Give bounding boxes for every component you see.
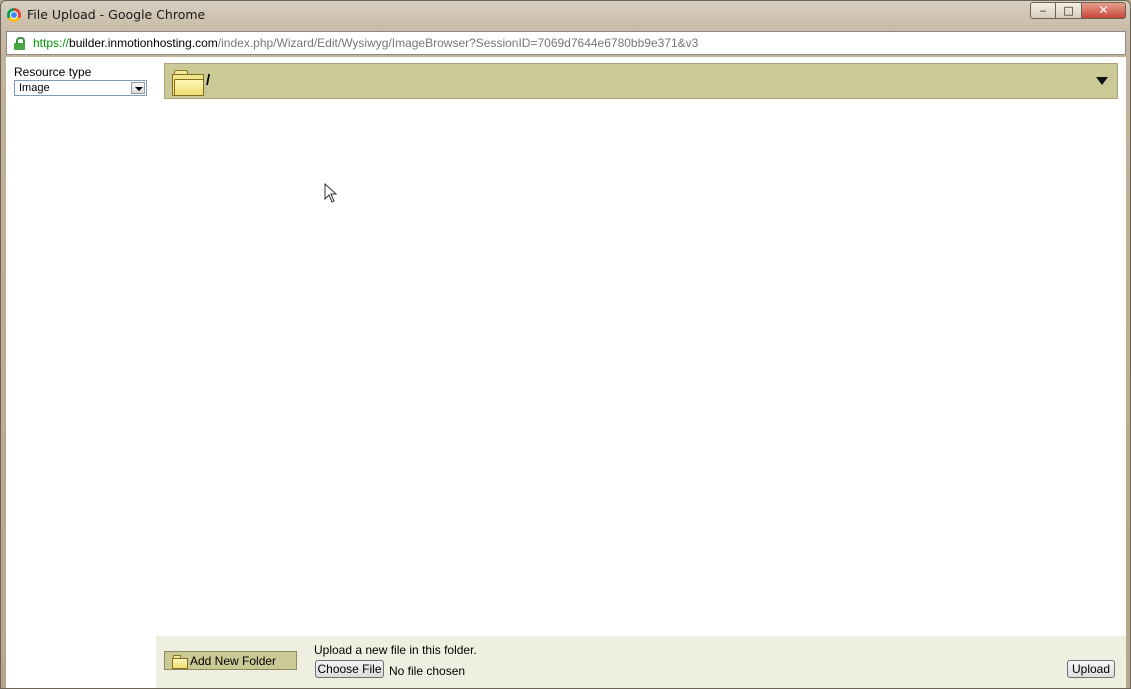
upload-hint-text: Upload a new file in this folder.: [314, 643, 477, 657]
add-new-folder-button[interactable]: Add New Folder: [164, 651, 297, 670]
resource-type-select[interactable]: Image: [14, 80, 147, 96]
url-scheme: https://: [33, 36, 70, 50]
lock-icon[interactable]: [14, 37, 25, 50]
url-host: builder.inmotionhosting.com: [69, 36, 218, 50]
close-icon: ✕: [1098, 3, 1109, 17]
upload-toolbar: Add New Folder Upload a new file in this…: [156, 636, 1126, 688]
folder-icon: [172, 69, 204, 96]
url-path: /index.php/Wizard/Edit/Wysiwyg/ImageBrow…: [217, 36, 699, 50]
chrome-logo-icon: [7, 8, 21, 22]
upload-button[interactable]: Upload: [1067, 660, 1115, 678]
current-folder-path: /: [206, 72, 211, 89]
page-content: Resource type Image / Add New Folder Upl…: [6, 57, 1126, 688]
title-bar[interactable]: File Upload - Google Chrome ‒ □ ✕: [1, 1, 1130, 29]
browser-window: File Upload - Google Chrome ‒ □ ✕ https:…: [0, 0, 1131, 689]
resource-type-value: Image: [19, 82, 50, 94]
folder-icon: [172, 655, 188, 669]
add-new-folder-label: Add New Folder: [190, 654, 277, 668]
folder-path-bar[interactable]: /: [164, 63, 1118, 99]
resource-type-label: Resource type: [14, 65, 92, 79]
chevron-down-icon[interactable]: [131, 82, 145, 94]
url-text[interactable]: https://builder.inmotionhosting.com/inde…: [33, 36, 698, 50]
minimize-icon: ‒: [1039, 4, 1047, 17]
close-button[interactable]: ✕: [1082, 2, 1126, 19]
address-bar[interactable]: https://builder.inmotionhosting.com/inde…: [6, 31, 1126, 55]
window-controls: ‒ □ ✕: [1030, 2, 1126, 20]
file-status-text: No file chosen: [389, 664, 466, 678]
minimize-button[interactable]: ‒: [1030, 2, 1056, 19]
window-title: File Upload - Google Chrome: [27, 7, 206, 22]
resource-panel: Resource type Image: [6, 57, 156, 688]
mouse-cursor-icon: [324, 183, 338, 203]
maximize-icon: □: [1063, 4, 1074, 17]
maximize-button[interactable]: □: [1056, 2, 1082, 19]
choose-file-button[interactable]: Choose File: [315, 660, 384, 678]
folder-dropdown-arrow-icon[interactable]: [1096, 77, 1108, 85]
